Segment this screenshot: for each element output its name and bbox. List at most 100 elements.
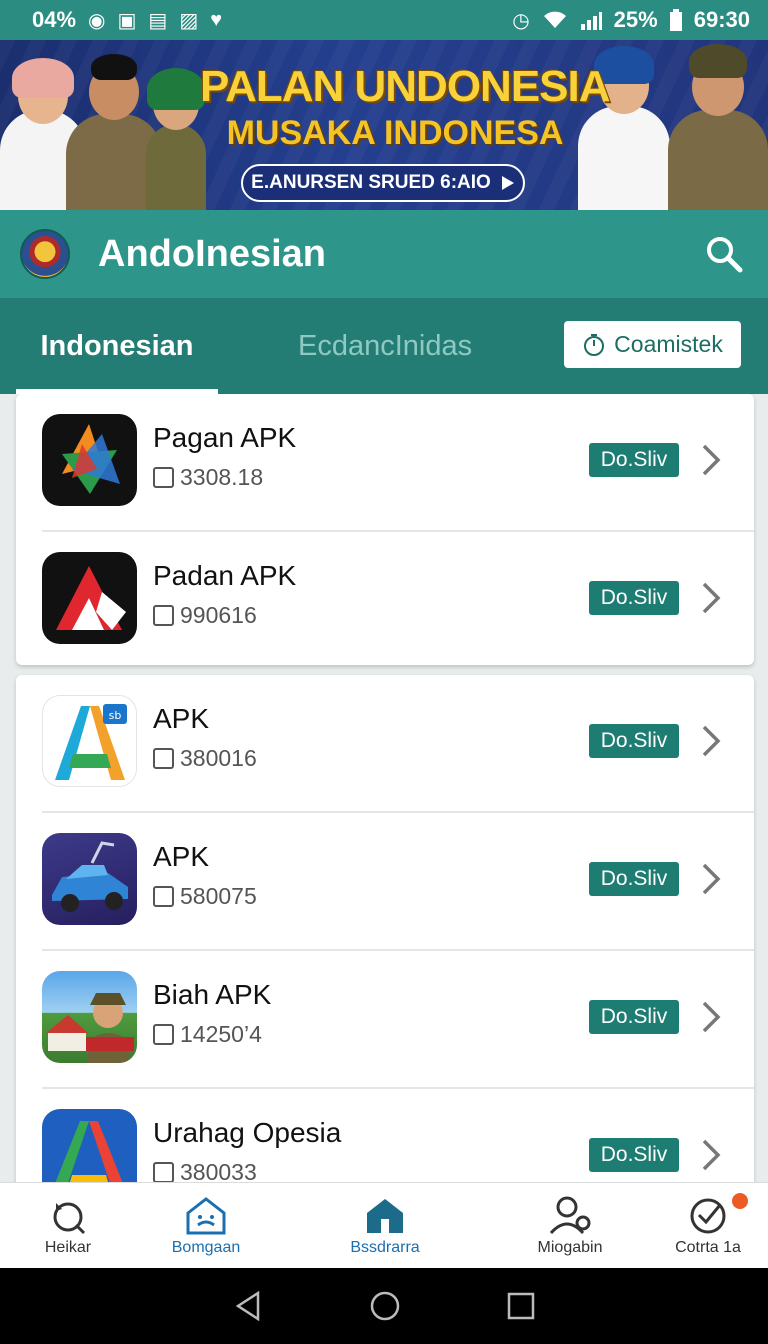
nav-item-bssdrarra[interactable]: Bssdrarra	[332, 1183, 438, 1269]
list-item[interactable]: sb APK 380016 Do.Sliv	[16, 675, 754, 813]
chevron-right-icon[interactable]	[699, 999, 723, 1035]
urahag-app-icon	[42, 1109, 137, 1182]
list-item[interactable]: Biah APK 14250’4 Do.Sliv	[16, 951, 754, 1089]
nav-label: Cotrta 1a	[675, 1239, 741, 1256]
tab-indonesian[interactable]: Indonesian	[16, 298, 218, 394]
biah-app-icon	[42, 971, 137, 1063]
app-meta: 990616	[153, 602, 257, 629]
timer-icon	[584, 333, 605, 356]
banner-cta-button[interactable]: E.ANURSEN SRUED 6:AIO	[241, 164, 525, 202]
app-meta-value: 380016	[180, 745, 257, 771]
app-list[interactable]: Pagan APK 3308.18 Do.Sliv Padan APK 9906…	[0, 394, 768, 1182]
app-meta: 380016	[153, 745, 257, 772]
chevron-right-icon[interactable]	[699, 580, 723, 616]
notification-icon: ◉	[88, 9, 106, 32]
app-meta-value: 580075	[180, 883, 257, 909]
banner-person	[146, 68, 206, 210]
app-meta: 14250’4	[153, 1021, 262, 1048]
chevron-right-icon[interactable]	[699, 1137, 723, 1173]
battery-percent: 25%	[613, 7, 658, 32]
app-bar: AndoInesian	[0, 210, 768, 298]
checkbox-icon[interactable]	[153, 467, 174, 488]
status-left-text: 04%	[32, 7, 77, 32]
heart-icon: ♥	[210, 8, 223, 31]
pagan-app-icon	[42, 414, 137, 506]
app-list-card: sb APK 380016 Do.Sliv APK 580075 Do.Sliv…	[16, 675, 754, 1182]
nav-item-miogabin[interactable]: Miogabin	[520, 1183, 620, 1269]
list-item[interactable]: Padan APK 990616 Do.Sliv	[16, 532, 754, 665]
download-badge[interactable]: Do.Sliv	[589, 1000, 679, 1034]
app-name: Biah APK	[153, 979, 272, 1010]
banner-subtitle: MUSAKA INDONESA	[226, 114, 564, 152]
car-app-icon	[42, 833, 137, 925]
apk-app-icon: sb	[42, 695, 137, 787]
app-name: Pagan APK	[153, 422, 297, 453]
app-meta-value: 14250’4	[180, 1021, 262, 1047]
filter-button[interactable]: Coamistek	[564, 321, 741, 368]
download-badge[interactable]: Do.Sliv	[589, 862, 679, 896]
play-arrow-icon	[501, 176, 514, 190]
nav-label: Heikar	[44, 1239, 92, 1256]
chevron-right-icon[interactable]	[699, 442, 723, 478]
system-navigation-bar	[0, 1268, 768, 1344]
list-item[interactable]: Urahag Opesia 380033 Do.Sliv	[16, 1089, 754, 1182]
nav-item-bomgaan[interactable]: Bomgaan	[154, 1183, 258, 1269]
app-title: AndoInesian	[98, 232, 327, 275]
banner-person	[668, 44, 768, 210]
home-filled-icon	[367, 1199, 403, 1233]
profile-settings-icon	[549, 1196, 591, 1235]
banner-person	[578, 46, 670, 210]
list-item[interactable]: APK 580075 Do.Sliv	[16, 813, 754, 951]
tab-secondary[interactable]: EcdancInidas	[298, 298, 472, 394]
recents-icon[interactable]	[506, 1291, 536, 1321]
promo-banner[interactable]: PALAN UNDONESIA MUSAKA INDONESA E.ANURSE…	[0, 40, 768, 210]
nav-item-cotrta[interactable]: Cotrta 1a	[660, 1183, 756, 1269]
status-left: 04% ◉ ▣ ▤ ▨ ♥	[32, 7, 222, 33]
list-item[interactable]: Pagan APK 3308.18 Do.Sliv	[16, 394, 754, 532]
checkbox-icon[interactable]	[153, 886, 174, 907]
back-icon[interactable]	[232, 1290, 264, 1322]
chart-icon: ▤	[148, 9, 168, 32]
banner-title: PALAN UNDONESIA	[200, 62, 611, 111]
download-badge[interactable]: Do.Sliv	[589, 724, 679, 758]
app-meta-value: 990616	[180, 602, 257, 628]
app-name: APK	[153, 841, 210, 872]
chevron-right-icon[interactable]	[699, 861, 723, 897]
home-outline-icon	[186, 1197, 226, 1235]
checkbox-icon[interactable]	[153, 748, 174, 769]
checkbox-icon[interactable]	[153, 605, 174, 626]
download-badge[interactable]: Do.Sliv	[589, 443, 679, 477]
chevron-right-icon[interactable]	[699, 723, 723, 759]
padan-app-icon	[42, 552, 137, 644]
bottom-navigation: Heikar Bomgaan Bssdrarra Miogabin Cotrta…	[0, 1182, 768, 1268]
app-name: Padan APK	[153, 560, 297, 591]
checkbox-icon[interactable]	[153, 1024, 174, 1045]
wifi-icon	[543, 11, 566, 28]
nav-label: Bomgaan	[171, 1239, 241, 1256]
app-meta: 380033	[153, 1159, 257, 1182]
download-badge[interactable]: Do.Sliv	[589, 1138, 679, 1172]
status-right: ◷ 25% 69:30	[512, 7, 750, 33]
nav-label: Miogabin	[537, 1239, 603, 1256]
download-badge[interactable]: Do.Sliv	[589, 581, 679, 615]
nav-item-heikar[interactable]: Heikar	[18, 1183, 118, 1269]
search-button[interactable]	[700, 230, 748, 278]
app-list-card: Pagan APK 3308.18 Do.Sliv Padan APK 9906…	[16, 394, 754, 665]
svg-text:sb: sb	[109, 709, 122, 722]
status-bar: 04% ◉ ▣ ▤ ▨ ♥ ◷ 25% 69:30	[0, 0, 768, 40]
signal-icon	[580, 12, 602, 30]
app-meta: 580075	[153, 883, 257, 910]
filter-button-label: Coamistek	[614, 331, 723, 357]
notification-dot	[732, 1193, 748, 1209]
tab-secondary-label: EcdancInidas	[298, 329, 473, 362]
nav-label: Bssdrarra	[350, 1239, 420, 1256]
banner-cta-label: E.ANURSEN SRUED 6:AIO	[251, 172, 491, 193]
emblem-logo-icon	[20, 229, 70, 279]
image-icon: ▣	[117, 9, 137, 32]
refresh-icon	[53, 1202, 86, 1235]
tab-indonesian-label: Indonesian	[40, 329, 194, 362]
activity-icon: ▨	[179, 9, 199, 32]
home-circle-icon[interactable]	[369, 1290, 401, 1322]
checkbox-icon[interactable]	[153, 1162, 174, 1182]
clock: 69:30	[693, 7, 750, 32]
